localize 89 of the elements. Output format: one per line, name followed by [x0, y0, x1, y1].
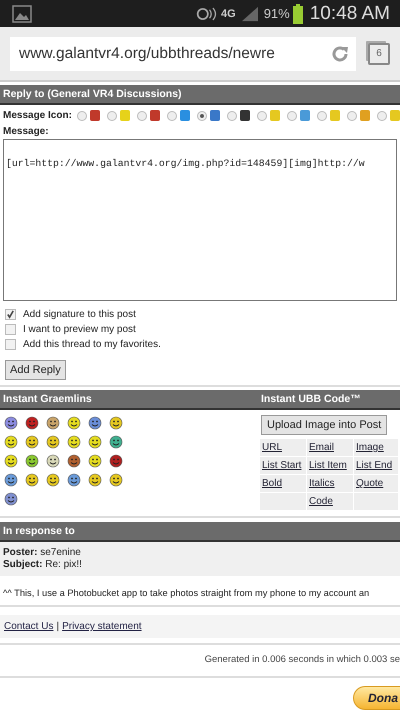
- smiley-icon[interactable]: [25, 472, 39, 486]
- radio-button[interactable]: [376, 110, 387, 120]
- smiley-icon[interactable]: [109, 416, 123, 430]
- smiley-icon[interactable]: [109, 472, 123, 486]
- smiley-icon[interactable]: [25, 434, 39, 448]
- field-label: Message:: [2, 125, 50, 139]
- ubb-code-link[interactable]: List Start: [260, 457, 306, 474]
- checkbox[interactable]: [5, 324, 16, 335]
- smiley-icon[interactable]: [4, 492, 18, 506]
- url-field[interactable]: www.galantvr4.org/ubbthreads/newre: [10, 36, 356, 70]
- message-icon: [270, 110, 280, 121]
- sync-icon: [196, 6, 218, 22]
- footer-link[interactable]: Contact Us: [4, 621, 54, 632]
- radio-button[interactable]: [256, 110, 267, 120]
- checkbox[interactable]: [5, 309, 16, 320]
- smiley-icon[interactable]: [4, 434, 18, 448]
- message-icon: [210, 110, 220, 121]
- link-separator: |: [56, 621, 60, 632]
- donate-button[interactable]: Dona: [353, 686, 400, 710]
- message-icon: [390, 110, 400, 121]
- checkbox-label: I want to preview my post: [23, 324, 136, 335]
- checkbox[interactable]: [5, 339, 16, 350]
- checkbox-label: Add signature to this post: [23, 309, 136, 320]
- smiley-icon[interactable]: [88, 416, 102, 430]
- smiley-icon[interactable]: [4, 416, 18, 430]
- smiley-icon[interactable]: [25, 454, 39, 468]
- network-label: 4G: [221, 8, 236, 20]
- field-label: Message Icon:: [3, 110, 72, 121]
- smiley-icon[interactable]: [25, 416, 39, 430]
- radio-button[interactable]: [106, 110, 117, 120]
- ubb-code-link[interactable]: Quote: [354, 475, 398, 492]
- radio-button[interactable]: [136, 110, 147, 120]
- message-icon: [360, 110, 370, 121]
- radio-button[interactable]: [76, 110, 87, 120]
- ubb-code-link[interactable]: URL: [260, 439, 306, 456]
- smiley-icon[interactable]: [88, 434, 102, 448]
- section-header: Instant UBB Code™: [258, 390, 400, 410]
- radio-button[interactable]: [316, 110, 327, 120]
- battery-label: 91%: [264, 6, 290, 21]
- message-icon: [300, 110, 310, 121]
- add-reply-button[interactable]: Add Reply: [5, 360, 66, 380]
- smiley-icon[interactable]: [67, 454, 81, 468]
- smiley-icon[interactable]: [46, 416, 60, 430]
- smiley-icon[interactable]: [67, 472, 81, 486]
- ubb-code-link[interactable]: Italics: [307, 475, 353, 492]
- ubb-code-link[interactable]: List Item: [307, 457, 353, 474]
- picture-icon: [12, 4, 32, 22]
- smiley-icon[interactable]: [4, 472, 18, 486]
- smiley-icon[interactable]: [109, 434, 123, 448]
- tabs-button[interactable]: 6: [368, 42, 390, 64]
- ubb-code-link[interactable]: Code: [307, 493, 353, 510]
- ubb-code-link[interactable]: List End: [354, 457, 398, 474]
- upload-image-button[interactable]: Upload Image into Post: [261, 415, 388, 435]
- radio-button[interactable]: [196, 110, 207, 120]
- radio-button[interactable]: [226, 110, 237, 120]
- message-field[interactable]: [url=http://www.galantvr4.org/img.php?id=148459][img]http://w: [3, 139, 397, 301]
- message-icon: [150, 110, 160, 121]
- reload-icon[interactable]: [330, 44, 350, 64]
- footer-link[interactable]: Privacy statement: [62, 621, 142, 632]
- smiley-icon[interactable]: [88, 472, 102, 486]
- smiley-icon[interactable]: [88, 454, 102, 468]
- radio-button[interactable]: [346, 110, 357, 120]
- radio-button[interactable]: [286, 110, 297, 120]
- section-header: In response to: [0, 522, 400, 542]
- battery-icon: [292, 4, 303, 24]
- checkbox-label: Add this thread to my favorites.: [23, 339, 161, 350]
- ubb-code-link[interactable]: Email: [307, 439, 353, 456]
- poster-line: Poster: se7enine: [3, 547, 82, 559]
- post-text: ^^ This, I use a Photobucket app to take photos straight from my phone to my account an: [2, 587, 370, 600]
- smiley-icon[interactable]: [67, 416, 81, 430]
- ubb-code-link[interactable]: Image: [354, 439, 398, 456]
- message-icon: [180, 110, 190, 121]
- smiley-icon[interactable]: [46, 434, 60, 448]
- section-header: Instant Graemlins: [0, 390, 258, 410]
- message-icon: [120, 110, 130, 121]
- smiley-icon[interactable]: [46, 454, 60, 468]
- ubb-code-link[interactable]: Bold: [260, 475, 306, 492]
- smiley-icon[interactable]: [67, 434, 81, 448]
- subject-line: Subject: Re: pix!!: [3, 559, 83, 571]
- generation-time-text: Generated in 0.006 seconds in which 0.003 se: [204, 653, 400, 667]
- section-header: Reply to (General VR4 Discussions): [0, 85, 400, 105]
- message-icon: [330, 110, 340, 121]
- radio-button[interactable]: [166, 110, 177, 120]
- smiley-icon[interactable]: [4, 454, 18, 468]
- message-icon: [240, 110, 250, 121]
- clock: 10:48 AM: [310, 2, 390, 24]
- smiley-icon[interactable]: [46, 472, 60, 486]
- smiley-icon[interactable]: [109, 454, 123, 468]
- message-icon: [90, 110, 100, 121]
